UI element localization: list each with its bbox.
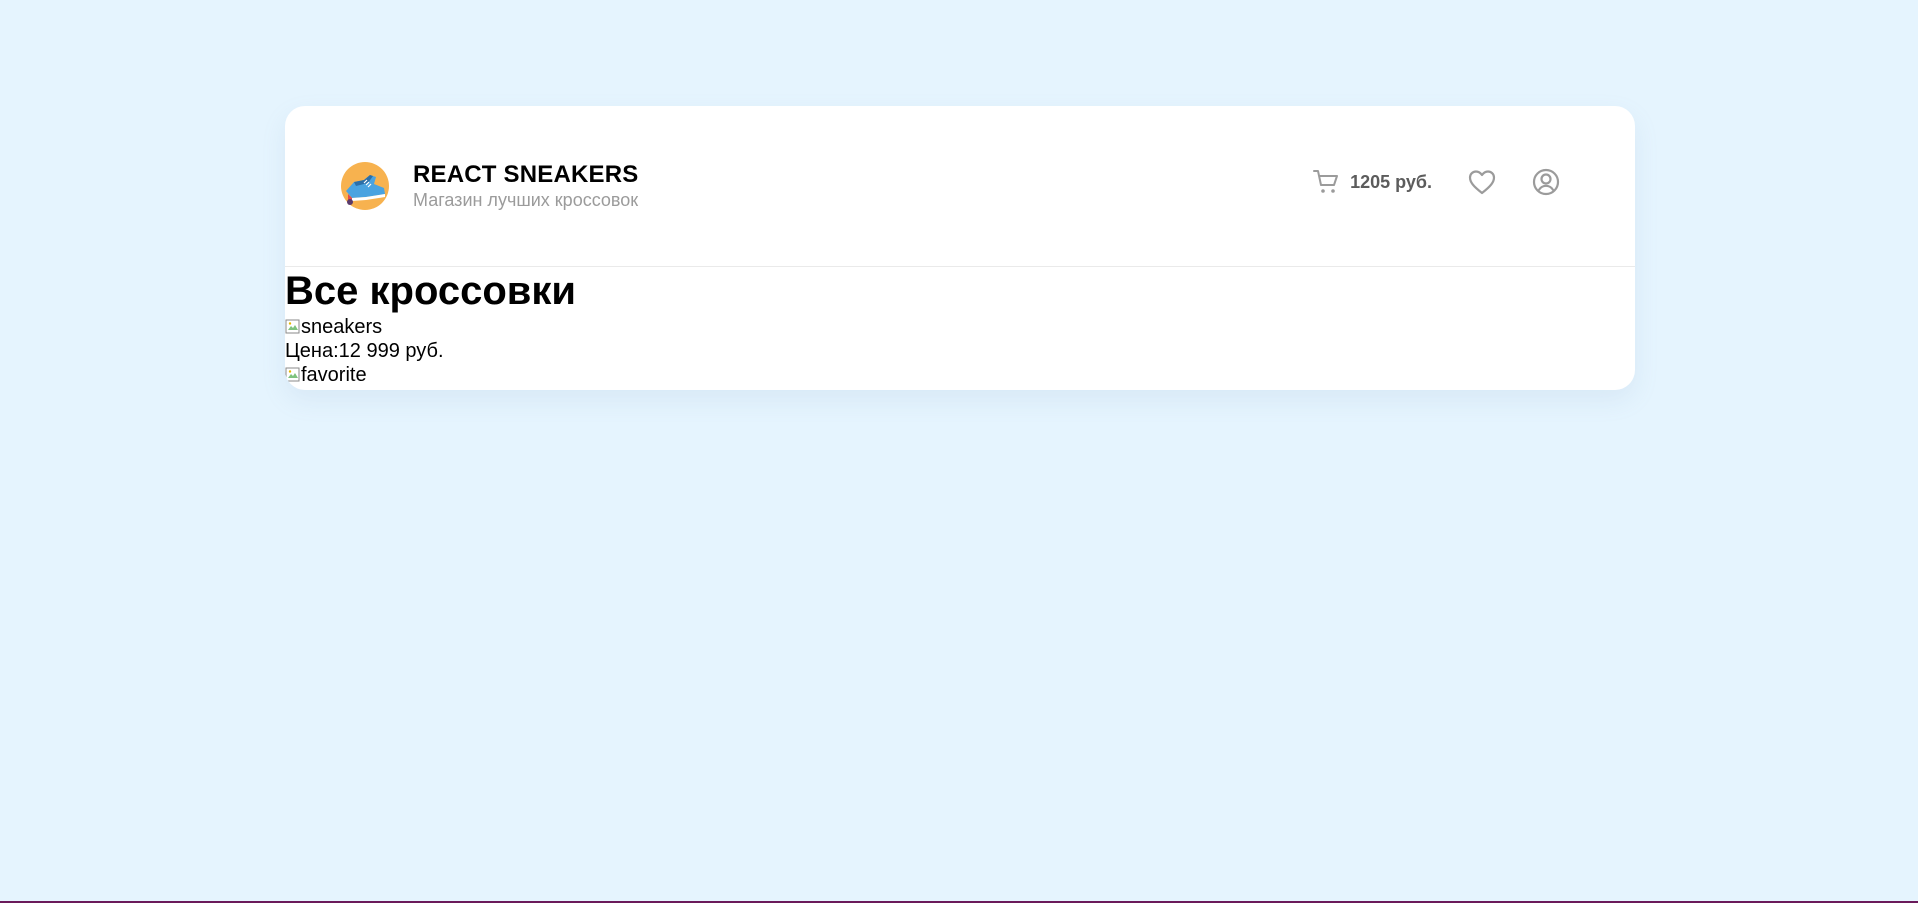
- brand-title: REACT SNEAKERS: [413, 161, 639, 188]
- brand-block: REACT SNEAKERS Магазин лучших кроссовок: [413, 161, 639, 211]
- cart-icon: [1313, 170, 1339, 193]
- user-icon[interactable]: [1532, 168, 1560, 196]
- brand-subtitle: Магазин лучших кроссовок: [413, 190, 639, 210]
- header-actions: 1205 руб.: [1313, 168, 1560, 196]
- heart-icon[interactable]: [1468, 169, 1496, 195]
- broken-image-icon: [285, 319, 301, 335]
- cart-button[interactable]: 1205 руб.: [1313, 169, 1432, 195]
- page-title: Все кроссовки: [285, 269, 576, 313]
- favorite-button[interactable]: favorite: [285, 363, 1635, 387]
- price-value: 12 999 руб.: [338, 340, 444, 362]
- main-wrapper: REACT SNEAKERS Магазин лучших кроссовок …: [285, 106, 1635, 390]
- sneaker-image-alt: sneakers: [301, 316, 383, 338]
- price-line: Цена:12 999 руб.: [285, 339, 1635, 363]
- logo-sneaker-icon[interactable]: [340, 161, 390, 211]
- broken-image-icon: [285, 367, 301, 383]
- favorite-image-alt: favorite: [301, 364, 367, 386]
- content: Все кроссовки sneakers Цена:12 999 руб.: [285, 267, 1635, 387]
- price-label: Цена:: [285, 340, 339, 362]
- site-header: REACT SNEAKERS Магазин лучших кроссовок …: [285, 106, 1635, 267]
- sneaker-image: sneakers: [285, 315, 1635, 339]
- cart-total: 1205 руб.: [1350, 171, 1432, 192]
